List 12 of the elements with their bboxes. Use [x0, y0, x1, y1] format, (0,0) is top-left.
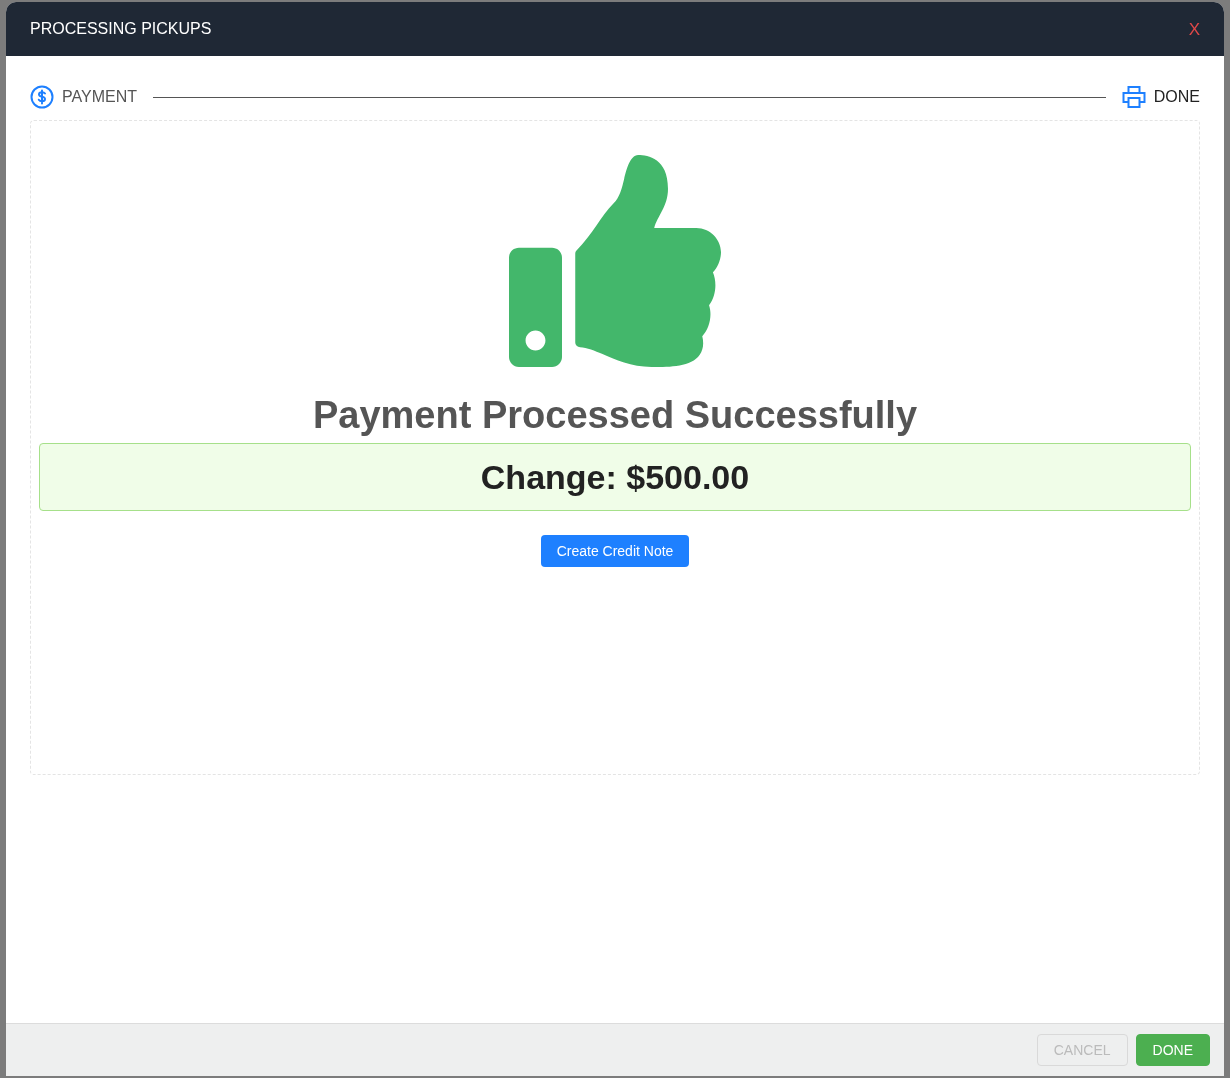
dollar-circle-icon: [30, 85, 54, 109]
printer-icon: [1121, 85, 1146, 109]
success-heading: Payment Processed Successfully: [312, 393, 918, 438]
done-button[interactable]: DONE: [1135, 1034, 1210, 1066]
step-label: DONE: [1153, 87, 1200, 107]
dialog-title: PROCESSING PICKUPS: [30, 19, 212, 39]
step[interactable]: DONE: [1121, 85, 1200, 109]
close-button[interactable]: X: [1188, 20, 1200, 38]
create-credit-note-button[interactable]: Create Credit Note: [540, 535, 690, 567]
step-label: PAYMENT: [62, 87, 137, 107]
step[interactable]: PAYMENT: [30, 85, 137, 109]
change-amount: Change: $500.00: [480, 456, 750, 498]
